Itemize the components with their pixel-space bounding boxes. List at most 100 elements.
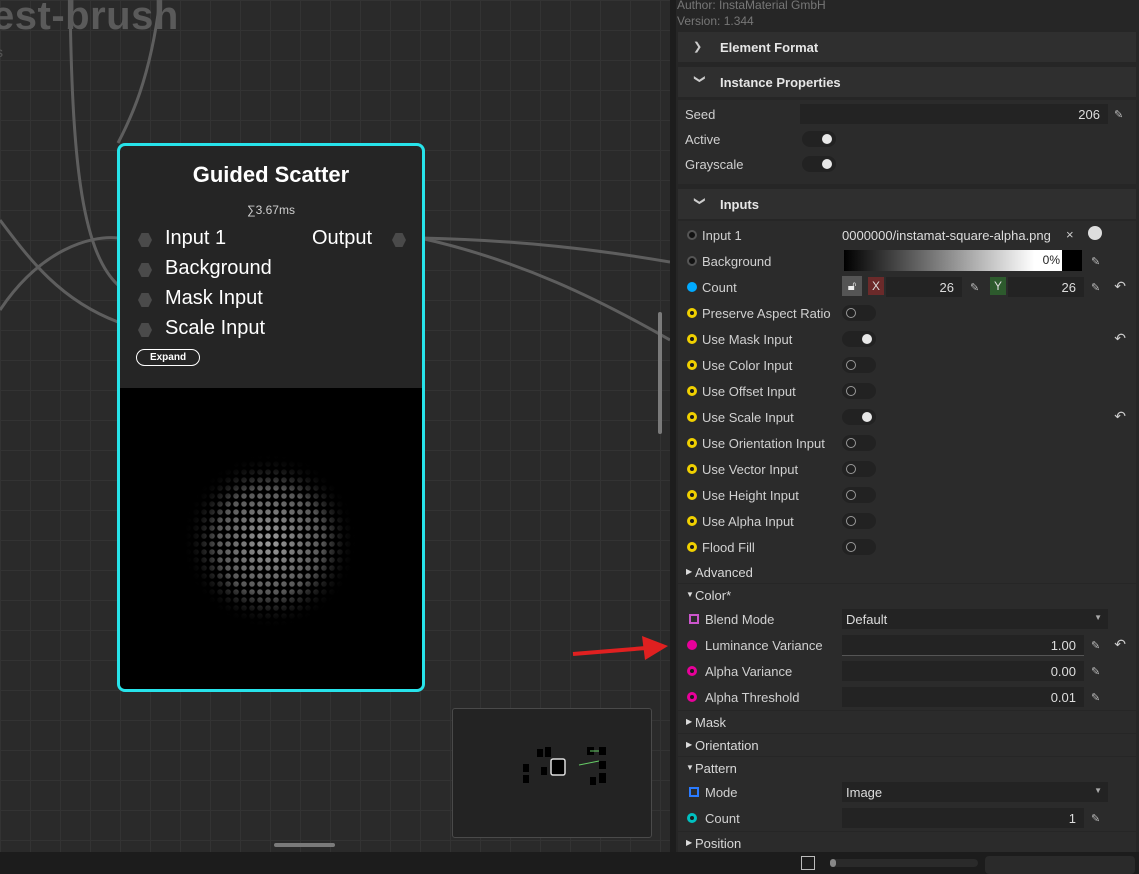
properties-panel: Author: InstaMaterial GmbH Version: 1.34… <box>676 0 1139 852</box>
count-x-field[interactable]: 26 <box>886 277 962 297</box>
param-connector-icon <box>687 666 697 676</box>
param-connector-icon <box>687 813 697 823</box>
pencil-icon[interactable]: ✎ <box>970 281 979 294</box>
param-connector-icon <box>687 692 697 702</box>
toggle-switch[interactable] <box>842 357 876 373</box>
luminance-label: Luminance Variance <box>705 638 823 653</box>
graph-vertical-scrollbar[interactable] <box>658 312 662 434</box>
toggle-switch[interactable] <box>842 435 876 451</box>
toggle-switch[interactable] <box>842 513 876 529</box>
graph-horizontal-scrollbar[interactable] <box>274 843 335 847</box>
toggle-row: Use Height Input <box>678 482 1136 508</box>
clear-icon[interactable]: × <box>1066 227 1074 242</box>
lock-icon[interactable]: 🔓︎ <box>842 276 862 296</box>
undo-icon[interactable]: ↶ <box>1114 278 1126 295</box>
count-y-value: 26 <box>1061 280 1076 295</box>
input1-label: Input 1 <box>702 228 742 243</box>
expand-button[interactable]: Expand <box>136 349 200 366</box>
blend-mode-label: Blend Mode <box>705 612 775 627</box>
toggle-switch[interactable] <box>842 461 876 477</box>
section-advanced[interactable]: ▶ Advanced <box>678 561 1136 583</box>
param-connector-icon <box>687 640 697 650</box>
active-toggle[interactable] <box>802 131 836 147</box>
section-element-format[interactable]: ❯ Element Format <box>678 32 1136 62</box>
alpha-variance-field[interactable]: 0.00 <box>842 661 1084 681</box>
pattern-count-label: Count <box>705 811 740 826</box>
scale-input-label: Scale Input <box>165 317 266 339</box>
link-icon[interactable] <box>1088 226 1102 240</box>
background-gradient[interactable]: 0% <box>844 250 1082 271</box>
pencil-icon[interactable]: ✎ <box>1091 281 1100 294</box>
seed-value: 206 <box>1078 107 1100 122</box>
chevron-down-icon: ▼ <box>1094 786 1102 795</box>
pencil-icon[interactable]: ✎ <box>1091 691 1100 704</box>
toggle-switch[interactable] <box>842 409 876 425</box>
undo-icon[interactable]: ↶ <box>1114 330 1126 347</box>
blend-mode-value: Default <box>846 612 888 627</box>
section-inputs[interactable]: ❯ Inputs <box>678 189 1136 219</box>
background-row: Background 0% ✎ <box>678 248 1136 274</box>
luminance-field[interactable]: 1.00 <box>842 635 1084 656</box>
background-port[interactable] <box>138 263 152 277</box>
section-orientation[interactable]: ▶ Orientation <box>678 734 1136 756</box>
mode-connector-icon <box>689 787 699 797</box>
toggle-row: Use Vector Input <box>678 456 1136 482</box>
alpha-variance-row: Alpha Variance 0.00 ✎ <box>678 658 1136 684</box>
toggle-switch[interactable] <box>842 305 876 321</box>
toggle-label: Use Offset Input <box>702 384 796 399</box>
background-label: Background <box>702 254 772 269</box>
pencil-icon[interactable]: ✎ <box>1091 639 1100 652</box>
status-field[interactable] <box>985 856 1135 874</box>
pencil-icon[interactable]: ✎ <box>1091 255 1100 268</box>
mask-input-port[interactable] <box>138 293 152 307</box>
count-y-field[interactable]: 26 <box>1008 277 1084 297</box>
toggle-switch[interactable] <box>842 539 876 555</box>
minimap-content <box>523 747 606 785</box>
grayscale-label: Grayscale <box>685 157 744 172</box>
alpha-threshold-value: 0.01 <box>1050 690 1076 705</box>
pencil-icon[interactable]: ✎ <box>1114 108 1123 121</box>
pattern-mode-select[interactable]: Image ▼ <box>842 782 1108 802</box>
section-mask[interactable]: ▶ Mask <box>678 711 1136 733</box>
blend-connector-icon <box>689 614 699 624</box>
alpha-threshold-field[interactable]: 0.01 <box>842 687 1084 707</box>
section-label: Advanced <box>695 565 753 580</box>
minimap[interactable] <box>452 708 652 838</box>
background-label: Background <box>165 257 272 279</box>
input1-file[interactable]: 0000000/instamat-square-alpha.png <box>842 228 1051 243</box>
graph-title: est-brush <box>0 0 179 38</box>
seed-field[interactable]: 206 <box>800 104 1108 124</box>
cpu-icon <box>801 856 815 870</box>
toggle-switch[interactable] <box>842 487 876 503</box>
undo-icon[interactable]: ↶ <box>1114 408 1126 425</box>
node-title: Guided Scatter <box>192 162 350 187</box>
toggle-label: Use Mask Input <box>702 332 793 347</box>
toggle-switch[interactable] <box>842 331 876 347</box>
section-pattern[interactable]: ▼ Pattern <box>678 757 1136 779</box>
section-label: Element Format <box>720 40 819 55</box>
section-instance-properties[interactable]: ❯ Instance Properties <box>678 67 1136 97</box>
input-1-port[interactable] <box>138 233 152 247</box>
output-port[interactable] <box>392 233 406 247</box>
blend-mode-select[interactable]: Default ▼ <box>842 609 1108 629</box>
toggle-switch[interactable] <box>842 383 876 399</box>
grayscale-toggle[interactable] <box>802 156 836 172</box>
pattern-mode-row: Mode Image ▼ <box>678 779 1136 805</box>
section-color[interactable]: ▼ Color* <box>678 584 1136 606</box>
pencil-icon[interactable]: ✎ <box>1091 812 1100 825</box>
input-connector-icon <box>687 282 697 292</box>
guided-scatter-node[interactable]: Guided Scatter ∑3.67ms Input 1 Backgroun… <box>117 143 425 692</box>
toggle-label: Use Orientation Input <box>702 436 825 451</box>
input-connector-icon <box>687 412 697 422</box>
input-connector-icon <box>687 542 697 552</box>
section-position[interactable]: ▶ Position <box>678 832 1136 852</box>
toggle-row: Use Color Input <box>678 352 1136 378</box>
toggle-label: Use Alpha Input <box>702 514 794 529</box>
undo-icon[interactable]: ↶ <box>1114 636 1126 653</box>
grayscale-row: Grayscale <box>678 151 1136 177</box>
graph-canvas[interactable]: est-brush s Guided Scatter ∑3.67ms Input… <box>0 0 670 852</box>
scale-input-port[interactable] <box>138 323 152 337</box>
pencil-icon[interactable]: ✎ <box>1091 665 1100 678</box>
alpha-variance-label: Alpha Variance <box>705 664 793 679</box>
pattern-count-field[interactable]: 1 <box>842 808 1084 828</box>
